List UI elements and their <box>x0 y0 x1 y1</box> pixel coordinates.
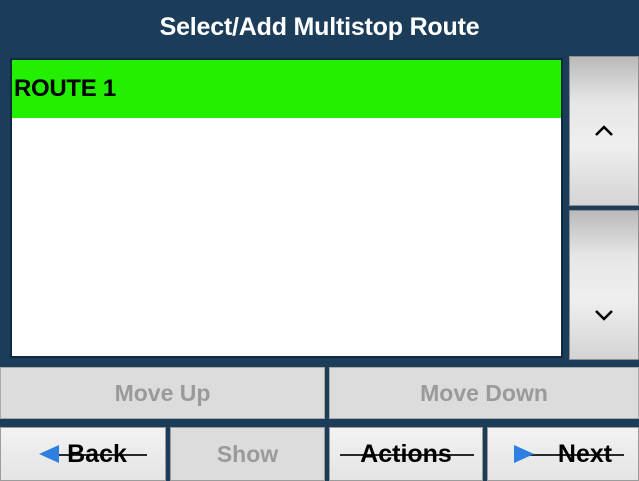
scroll-up-button[interactable] <box>569 56 639 206</box>
move-down-button[interactable]: Move Down <box>329 367 639 419</box>
route-list: ROUTE 1 <box>10 58 563 358</box>
page-title-text: Select/Add Multistop Route <box>159 12 480 41</box>
move-down-label: Move Down <box>420 379 548 406</box>
next-label: Next <box>557 439 613 468</box>
arrow-left-icon <box>39 445 60 463</box>
chevron-down-icon <box>594 309 614 321</box>
show-label: Show <box>216 440 279 467</box>
back-label: Back <box>67 439 127 468</box>
move-up-button[interactable]: Move Up <box>0 367 325 419</box>
list-item-label: ROUTE 1 <box>14 75 116 102</box>
chevron-up-icon <box>594 125 614 137</box>
page-title: Select/Add Multistop Route <box>0 0 639 54</box>
actions-label: Actions <box>360 439 452 468</box>
back-button[interactable]: Back <box>0 427 166 481</box>
move-up-label: Move Up <box>114 379 211 406</box>
next-button[interactable]: Next <box>487 427 639 481</box>
list-item-route-1[interactable]: ROUTE 1 <box>12 60 561 118</box>
scroll-down-button[interactable] <box>569 210 639 360</box>
actions-button[interactable]: Actions <box>329 427 483 481</box>
show-button[interactable]: Show <box>170 427 325 481</box>
arrow-right-icon <box>513 445 534 463</box>
screen: Select/Add Multistop Route ROUTE 1 Move … <box>0 0 639 481</box>
